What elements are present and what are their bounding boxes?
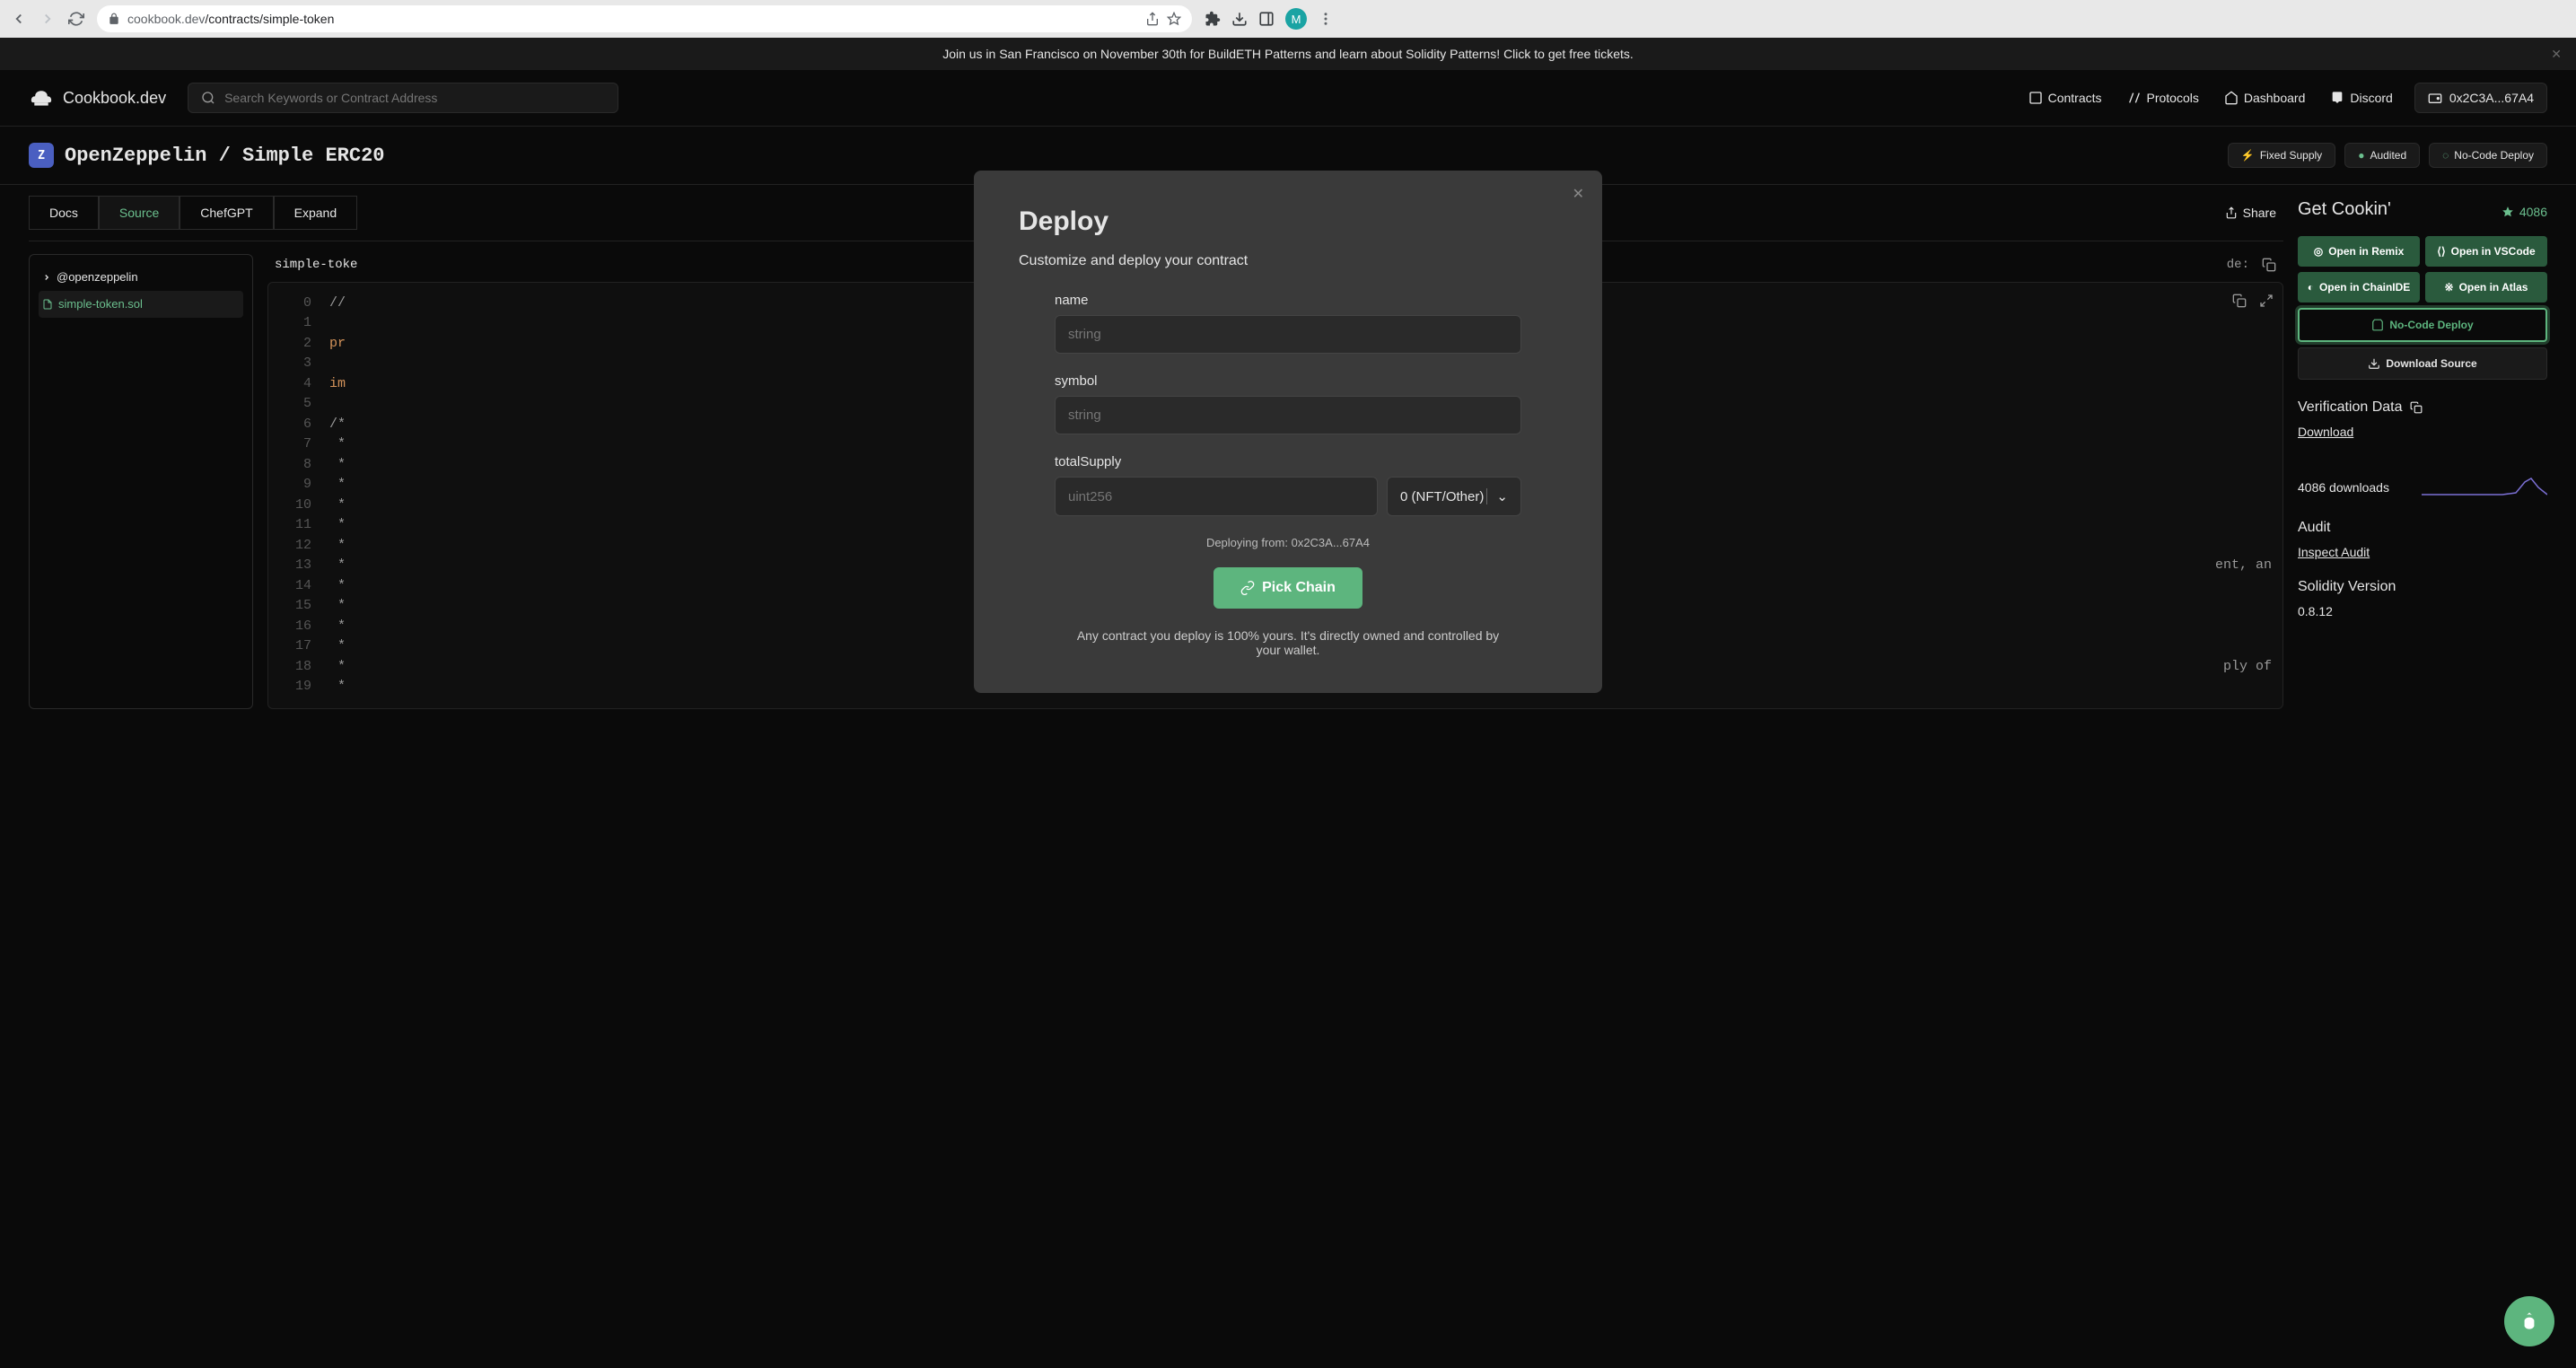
- modal-subtitle: Customize and deploy your contract: [1019, 253, 1557, 269]
- nav-dashboard[interactable]: Dashboard: [2224, 91, 2306, 105]
- search-input[interactable]: [224, 91, 605, 105]
- close-modal-icon[interactable]: ✕: [1573, 185, 1584, 203]
- star-url-icon[interactable]: [1167, 11, 1181, 27]
- chevron-right-icon: [42, 273, 51, 282]
- badge-fixed-supply: ⚡Fixed Supply: [2228, 143, 2335, 168]
- file-icon: [42, 299, 53, 310]
- file-tree: @openzeppelin simple-token.sol: [29, 254, 253, 709]
- breadcrumb-org[interactable]: OpenZeppelin: [65, 145, 206, 167]
- more-icon[interactable]: [1318, 11, 1334, 27]
- reload-icon[interactable]: [68, 11, 84, 27]
- nav-protocols[interactable]: Protocols: [2127, 91, 2199, 105]
- url-bar[interactable]: cookbook.dev/contracts/simple-token: [97, 5, 1192, 32]
- share-button[interactable]: Share: [2225, 206, 2276, 220]
- deploy-icon: [2371, 319, 2384, 331]
- badge-audited: ●Audited: [2344, 143, 2420, 168]
- profile-avatar[interactable]: M: [1285, 8, 1307, 30]
- star-icon: [2502, 206, 2514, 218]
- chevron-down-icon: ⌄: [1486, 488, 1508, 504]
- copy-verification-icon[interactable]: [2410, 401, 2423, 414]
- symbol-label: symbol: [1055, 373, 1521, 389]
- name-label: name: [1055, 293, 1521, 308]
- wallet-address: 0x2C3A...67A4: [2449, 91, 2534, 105]
- open-atlas-button[interactable]: ※Open in Atlas: [2425, 272, 2547, 303]
- open-remix-button[interactable]: ◎Open in Remix: [2298, 236, 2420, 267]
- tab-source[interactable]: Source: [99, 196, 180, 230]
- sparkline-chart: [2422, 475, 2547, 500]
- code-label-fragment: de:: [2227, 258, 2249, 273]
- forward-icon[interactable]: [39, 11, 56, 27]
- extensions-icon[interactable]: [1205, 11, 1221, 27]
- top-nav: Cookbook.dev Contracts Protocols Dashboa…: [0, 70, 2576, 127]
- link-icon: [1240, 581, 1255, 595]
- tab-expand[interactable]: Expand: [274, 196, 357, 230]
- url-domain: cookbook.dev: [127, 12, 205, 26]
- tab-chefgpt[interactable]: ChefGPT: [180, 196, 273, 230]
- search-box[interactable]: [188, 83, 618, 113]
- nav-discord[interactable]: Discord: [2330, 91, 2392, 105]
- wallet-button[interactable]: 0x2C3A...67A4: [2414, 83, 2547, 113]
- solidity-version-header: Solidity Version: [2298, 579, 2547, 595]
- browser-chrome: cookbook.dev/contracts/simple-token M: [0, 0, 2576, 38]
- tab-docs[interactable]: Docs: [29, 196, 99, 230]
- search-icon: [201, 91, 215, 105]
- breadcrumb-sep: /: [219, 145, 231, 167]
- copy2-icon[interactable]: [2232, 292, 2247, 312]
- solidity-version-value: 0.8.12: [2298, 604, 2547, 618]
- downloads-count: 4086 downloads: [2298, 480, 2389, 495]
- audit-header: Audit: [2298, 520, 2547, 536]
- panel-icon[interactable]: [1258, 11, 1275, 27]
- badge-nocode: ◌No-Code Deploy: [2429, 143, 2547, 168]
- download-source-button[interactable]: Download Source: [2298, 347, 2547, 380]
- decimals-select[interactable]: 0 (NFT/Other) ⌄: [1387, 477, 1521, 516]
- deploying-from-text: Deploying from: 0x2C3A...67A4: [1019, 536, 1557, 549]
- close-banner-icon[interactable]: ✕: [2551, 47, 2562, 62]
- star-count[interactable]: 4086: [2502, 205, 2547, 219]
- banner-text: Join us in San Francisco on November 30t…: [942, 47, 1634, 61]
- announcement-banner[interactable]: Join us in San Francisco on November 30t…: [0, 38, 2576, 70]
- wave-fab[interactable]: [2504, 1296, 2554, 1346]
- code-filename: simple-toke: [275, 258, 357, 272]
- url-path: /contracts/simple-token: [205, 12, 334, 26]
- download-icon: [2368, 357, 2380, 370]
- name-input[interactable]: [1055, 315, 1521, 354]
- open-vscode-button[interactable]: ⟨⟩Open in VSCode: [2425, 236, 2547, 267]
- wallet-icon: [2428, 91, 2442, 105]
- supply-input[interactable]: [1055, 477, 1378, 516]
- symbol-input[interactable]: [1055, 396, 1521, 434]
- download-verification-link[interactable]: Download: [2298, 425, 2547, 439]
- breadcrumb-name: Simple ERC20: [242, 145, 384, 167]
- deploy-modal: ✕ Deploy Customize and deploy your contr…: [974, 171, 1602, 693]
- modal-title: Deploy: [1019, 206, 1557, 237]
- inspect-audit-link[interactable]: Inspect Audit: [2298, 545, 2547, 559]
- supply-label: totalSupply: [1055, 454, 1521, 469]
- logo[interactable]: Cookbook.dev: [29, 87, 166, 109]
- verification-data-header: Verification Data: [2298, 399, 2547, 416]
- nav-contracts[interactable]: Contracts: [2028, 91, 2102, 105]
- wave-icon: [2518, 1310, 2541, 1333]
- lock-icon: [108, 11, 120, 27]
- copy-icon[interactable]: [2262, 258, 2276, 273]
- org-logo: Z: [29, 143, 54, 168]
- disclaimer-text: Any contract you deploy is 100% yours. I…: [1019, 628, 1557, 657]
- get-cookin-header: Get Cookin': [2298, 199, 2391, 220]
- downloads-icon[interactable]: [1231, 11, 1248, 27]
- back-icon[interactable]: [11, 11, 27, 27]
- open-chainide-button[interactable]: ◐Open in ChainIDE: [2298, 272, 2420, 303]
- chef-hat-icon: [29, 87, 54, 109]
- pick-chain-button[interactable]: Pick Chain: [1214, 567, 1362, 609]
- nocode-deploy-button[interactable]: No-Code Deploy: [2298, 308, 2547, 342]
- expand-icon[interactable]: [2259, 292, 2274, 312]
- tree-file-active[interactable]: simple-token.sol: [39, 291, 243, 318]
- brand-text: Cookbook.dev: [63, 89, 166, 108]
- share-url-icon[interactable]: [1145, 11, 1160, 27]
- tree-folder[interactable]: @openzeppelin: [39, 264, 243, 291]
